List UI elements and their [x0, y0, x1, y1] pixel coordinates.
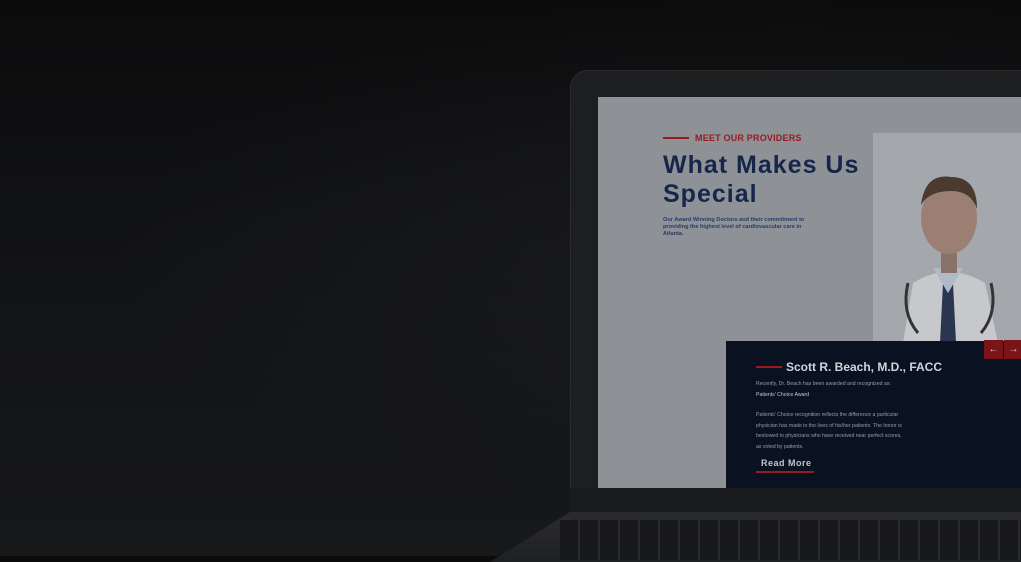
next-arrow-button[interactable]: →: [1004, 340, 1021, 359]
hero-section: MEET OUR PROVIDERS What Makes Us Special…: [663, 133, 863, 238]
headline-line-1: What Makes Us: [663, 151, 860, 179]
provider-name-row: Scott R. Beach, M.D., FACC: [756, 360, 942, 374]
headline-line-2: Special: [663, 180, 758, 208]
eyebrow-label: MEET OUR PROVIDERS: [695, 133, 802, 143]
read-more-link[interactable]: Read More: [761, 458, 812, 468]
doctor-photo: [873, 133, 1021, 343]
laptop-hinge: [570, 488, 1021, 512]
provider-description: Recently, Dr. Beach has been awarded and…: [756, 379, 906, 453]
page-headline: What Makes Us Special: [663, 151, 863, 209]
eyebrow-row: MEET OUR PROVIDERS: [663, 133, 863, 143]
award-name: Patients' Choice Award: [756, 391, 810, 398]
provider-card: Scott R. Beach, M.D., FACC Recently, Dr.…: [726, 341, 1021, 488]
doctor-portrait-icon: [873, 133, 1021, 343]
laptop-keyboard: [560, 520, 1021, 560]
prev-arrow-button[interactable]: ←: [984, 340, 1003, 359]
provider-name: Scott R. Beach, M.D., FACC: [786, 360, 943, 374]
recognition-line: Recently, Dr. Beach has been awarded and…: [756, 381, 891, 387]
read-more-underline: [756, 471, 814, 473]
intro-text: Our Award Winning Doctors and their comm…: [663, 217, 805, 237]
eyebrow-accent-line: [663, 137, 689, 139]
arrow-left-icon: ←: [988, 344, 999, 355]
carousel-nav: ← →: [984, 340, 1021, 359]
name-accent-line: [756, 366, 782, 368]
arrow-right-icon: →: [1008, 344, 1019, 355]
award-paragraph: Patients' Choice recognition reflects th…: [756, 412, 902, 450]
laptop-screen: MEET OUR PROVIDERS What Makes Us Special…: [598, 97, 1021, 488]
